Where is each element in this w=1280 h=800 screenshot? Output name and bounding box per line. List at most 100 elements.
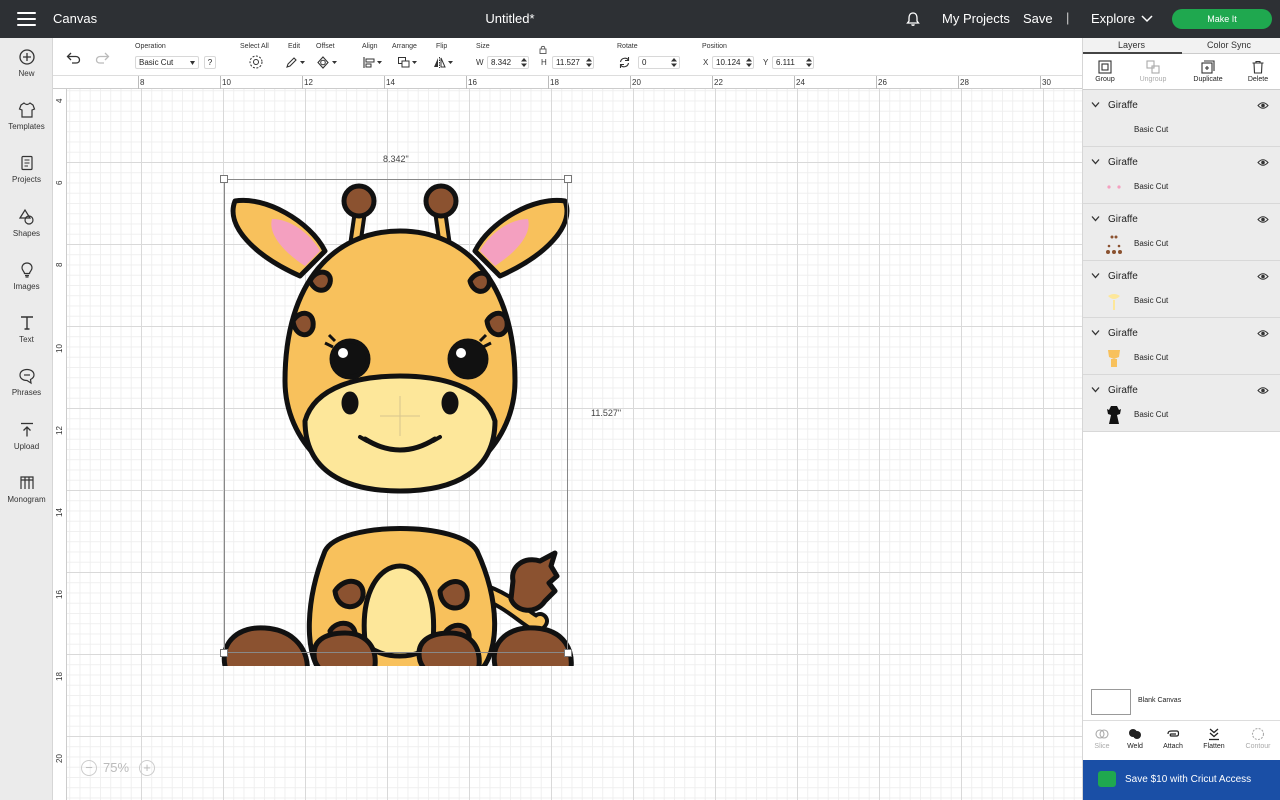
edit-pencil-icon[interactable] (285, 56, 307, 69)
sidebar-item-images[interactable]: Images (0, 261, 53, 291)
contour-button[interactable]: Contour (1239, 727, 1277, 750)
ruler-tick (548, 76, 549, 89)
weld-button[interactable]: Weld (1116, 727, 1154, 750)
ruler-tick (220, 76, 221, 89)
stepper-icon[interactable] (586, 58, 592, 67)
layer-row[interactable]: Giraffe Basic Cut (1083, 318, 1280, 375)
sidebar-item-text[interactable]: Text (0, 314, 53, 344)
chevron-down-icon[interactable] (1091, 386, 1100, 393)
arrange-icon[interactable] (397, 56, 419, 69)
chevron-down-icon[interactable] (1091, 329, 1100, 336)
stepper-icon[interactable] (746, 58, 752, 67)
layer-row[interactable]: Giraffe Basic Cut (1083, 375, 1280, 432)
eye-icon[interactable] (1257, 272, 1269, 281)
duplicate-icon (1201, 60, 1215, 74)
layer-row[interactable]: Giraffe Basic Cut (1083, 204, 1280, 261)
sidebar-item-label: Monogram (7, 495, 46, 504)
ungroup-label: Ungroup (1139, 76, 1167, 83)
offset-icon[interactable] (316, 56, 340, 69)
select-all-icon[interactable] (249, 55, 263, 69)
sidebar-item-label: Phrases (11, 388, 42, 397)
layer-row[interactable]: Giraffe Basic Cut (1083, 147, 1280, 204)
eye-icon[interactable] (1257, 386, 1269, 395)
text-icon (20, 316, 33, 330)
layer-row[interactable]: Giraffe Basic Cut (1083, 261, 1280, 318)
sidebar-item-monogram[interactable]: Monogram (0, 474, 53, 504)
sidebar-item-new[interactable]: New (0, 48, 53, 78)
sidebar-item-label: Templates (8, 122, 45, 131)
ungroup-icon (1146, 60, 1160, 74)
redo-icon[interactable] (95, 51, 110, 64)
my-projects-link[interactable]: My Projects (942, 11, 1010, 26)
eye-icon[interactable] (1257, 158, 1269, 167)
layer-name: Giraffe (1108, 214, 1138, 225)
lock-icon[interactable] (539, 45, 547, 54)
left-ruler: 4 6 8 10 12 14 16 18 20 (53, 89, 67, 800)
make-it-button[interactable]: Make It (1172, 9, 1272, 29)
chevron-down-icon[interactable] (1091, 215, 1100, 222)
bottom-actions: Slice Weld Attach Flatten Contour (1083, 720, 1280, 760)
chevron-down-icon[interactable] (1091, 158, 1100, 165)
delete-button[interactable]: Delete (1236, 60, 1280, 83)
group-button[interactable]: Group (1083, 60, 1127, 83)
document-title[interactable]: Untitled* (0, 11, 1020, 26)
width-value: 8.342 (491, 58, 512, 67)
stepper-icon[interactable] (521, 58, 527, 67)
resize-handle-top-right[interactable] (564, 175, 572, 183)
sidebar-item-upload[interactable]: Upload (0, 421, 53, 451)
operation-value: Basic Cut (139, 58, 174, 67)
cricut-access-promo[interactable]: Save $10 with Cricut Access (1083, 760, 1280, 800)
align-icon[interactable] (362, 56, 384, 69)
design-canvas[interactable]: 8.342" 11.527" − 75% + (67, 89, 1082, 800)
undo-icon[interactable] (66, 51, 81, 64)
height-value: 11.527 (556, 58, 580, 67)
ruler-number: 24 (796, 78, 805, 87)
blank-canvas-swatch[interactable] (1091, 689, 1131, 715)
operation-select[interactable]: Basic Cut (135, 56, 199, 69)
projects-icon (20, 155, 33, 171)
sidebar-item-label: Shapes (12, 229, 41, 238)
eye-icon[interactable] (1257, 101, 1269, 110)
operation-help-button[interactable]: ? (204, 56, 216, 69)
layer-name: Giraffe (1108, 271, 1138, 282)
zoom-in-button[interactable]: + (139, 760, 155, 776)
resize-handle-top-left[interactable] (220, 175, 228, 183)
duplicate-button[interactable]: Duplicate (1186, 60, 1230, 83)
upload-icon (20, 422, 33, 437)
layer-name: Giraffe (1108, 100, 1138, 111)
eye-icon[interactable] (1257, 215, 1269, 224)
tab-layers[interactable]: Layers (1118, 40, 1145, 50)
ruler-tick (876, 76, 877, 89)
explore-menu[interactable]: Explore (1091, 11, 1135, 26)
rotate-icon[interactable] (618, 56, 631, 69)
flatten-button[interactable]: Flatten (1195, 727, 1233, 750)
stepper-icon[interactable] (671, 58, 677, 67)
selection-box[interactable] (224, 179, 568, 653)
ruler-tick (138, 76, 139, 89)
notification-bell-icon[interactable] (905, 11, 921, 27)
chevron-down-icon[interactable] (1141, 14, 1153, 23)
stepper-icon[interactable] (806, 58, 812, 67)
flip-icon[interactable] (433, 56, 455, 69)
sidebar-item-templates[interactable]: Templates (0, 101, 53, 131)
layer-row[interactable]: Giraffe Basic Cut (1083, 90, 1280, 147)
size-label: Size (476, 43, 490, 50)
zoom-out-button[interactable]: − (81, 760, 97, 776)
save-link[interactable]: Save (1023, 11, 1053, 26)
ruler-number: 28 (960, 78, 969, 87)
eye-icon[interactable] (1257, 329, 1269, 338)
resize-handle-bottom-right[interactable] (564, 649, 572, 657)
ungroup-button[interactable]: Ungroup (1131, 60, 1175, 83)
chevron-down-icon[interactable] (1091, 101, 1100, 108)
resize-handle-bottom-left[interactable] (220, 649, 228, 657)
group-label: Group (1095, 76, 1115, 83)
attach-button[interactable]: Attach (1154, 727, 1192, 750)
sidebar-item-phrases[interactable]: Phrases (0, 367, 53, 397)
tab-color-sync[interactable]: Color Sync (1207, 40, 1251, 50)
sidebar-item-projects[interactable]: Projects (0, 154, 53, 184)
sidebar-item-shapes[interactable]: Shapes (0, 208, 53, 238)
ruler-number: 10 (222, 78, 231, 87)
group-icon (1098, 60, 1112, 74)
chevron-down-icon[interactable] (1091, 272, 1100, 279)
contour-icon (1251, 727, 1265, 741)
